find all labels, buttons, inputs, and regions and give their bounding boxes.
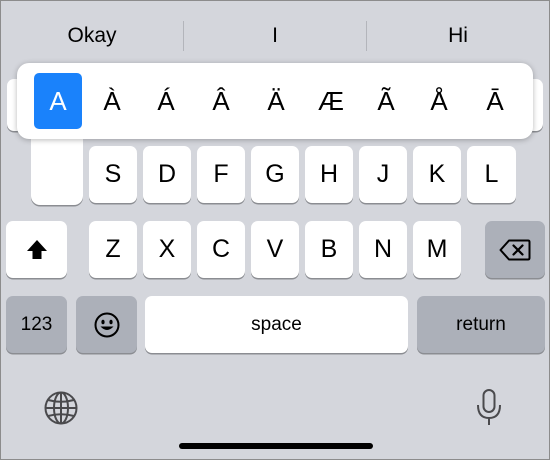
microphone-icon[interactable] — [469, 386, 509, 430]
key-d[interactable]: D — [143, 146, 191, 203]
space-key[interactable]: space — [145, 296, 408, 353]
keyboard: Okay I Hi S D F G H J K L Z X C V B N M … — [0, 0, 550, 460]
key-b[interactable]: B — [305, 221, 353, 278]
accent-popup: A À Á Â Ä Æ Ã Å Ā — [17, 63, 533, 139]
suggestion-hi[interactable]: Hi — [367, 1, 549, 65]
accent-option[interactable]: Ã — [362, 73, 410, 129]
accent-option[interactable]: Ä — [252, 73, 300, 129]
key-h[interactable]: H — [305, 146, 353, 203]
accent-option[interactable]: Â — [197, 73, 245, 129]
key-k[interactable]: K — [413, 146, 461, 203]
key-g[interactable]: G — [251, 146, 299, 203]
shift-icon — [25, 238, 49, 262]
suggestion-okay[interactable]: Okay — [1, 1, 183, 65]
key-j[interactable]: J — [359, 146, 407, 203]
accent-option[interactable]: Á — [142, 73, 190, 129]
globe-icon[interactable] — [39, 388, 83, 428]
suggestion-i[interactable]: I — [184, 1, 366, 65]
key-x[interactable]: X — [143, 221, 191, 278]
key-s[interactable]: S — [89, 146, 137, 203]
return-key[interactable]: return — [417, 296, 545, 353]
emoji-icon — [93, 311, 121, 339]
suggestion-bar: Okay I Hi — [1, 1, 549, 65]
emoji-key[interactable] — [76, 296, 137, 353]
key-n[interactable]: N — [359, 221, 407, 278]
key-l[interactable]: L — [467, 146, 516, 203]
shift-key[interactable] — [6, 221, 67, 278]
delete-icon — [499, 238, 531, 262]
key-m[interactable]: M — [413, 221, 461, 278]
delete-key[interactable] — [485, 221, 545, 278]
accent-option[interactable]: À — [88, 73, 136, 129]
key-v[interactable]: V — [251, 221, 299, 278]
home-indicator[interactable] — [179, 443, 373, 449]
numbers-key[interactable]: 123 — [6, 296, 67, 353]
accent-option[interactable]: Å — [415, 73, 463, 129]
accent-option[interactable]: Ā — [471, 73, 519, 129]
accent-option[interactable]: Æ — [307, 73, 355, 129]
key-f[interactable]: F — [197, 146, 245, 203]
key-z[interactable]: Z — [89, 221, 137, 278]
key-c[interactable]: C — [197, 221, 245, 278]
accent-option-selected[interactable]: A — [34, 73, 82, 129]
